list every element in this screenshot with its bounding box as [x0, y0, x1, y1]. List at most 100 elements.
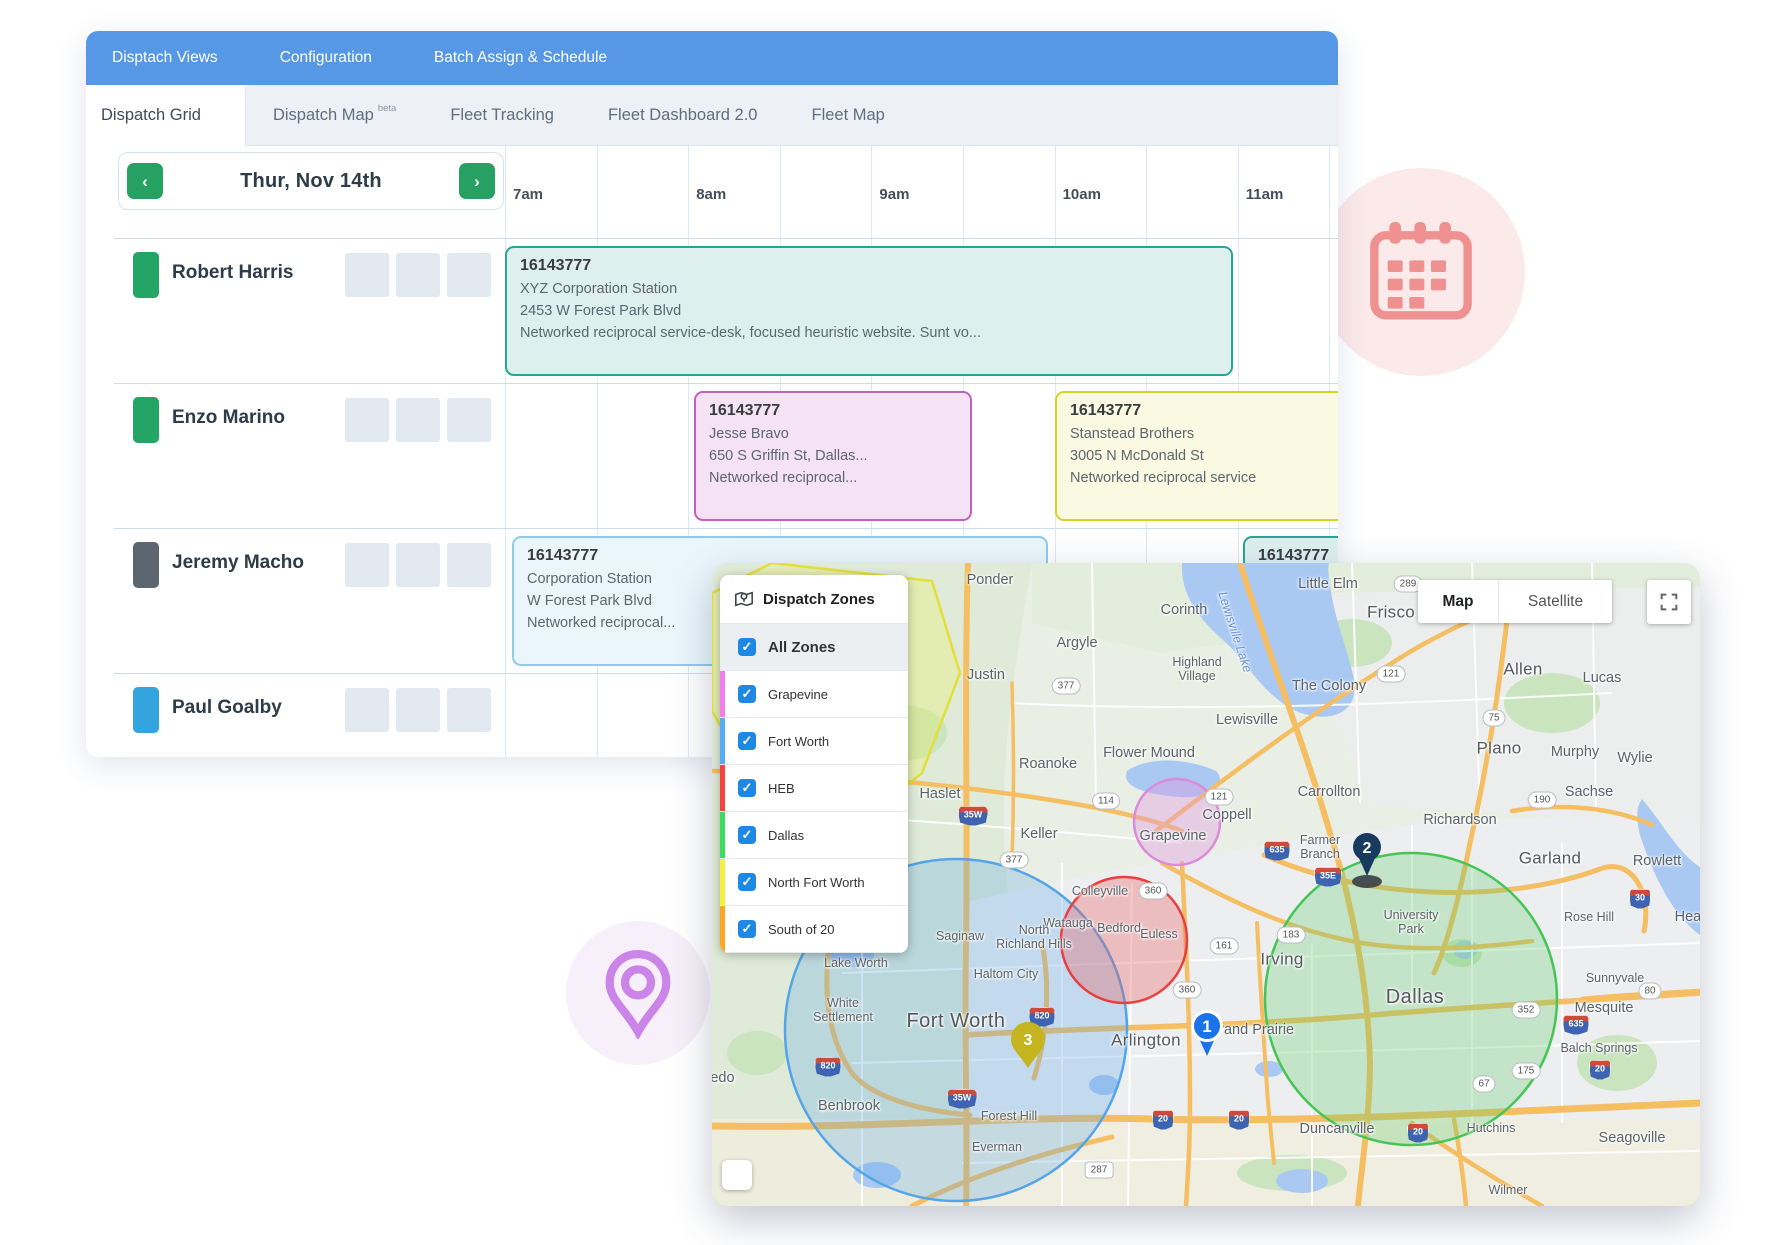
zone-row-all-zones[interactable]: ✓ All Zones [720, 624, 908, 671]
location-pin-icon [599, 947, 677, 1039]
time-label-11am: 11am [1246, 186, 1284, 203]
job-detail-line: Jesse Bravo [709, 423, 957, 445]
fullscreen-icon [1658, 591, 1680, 613]
navbar: Disptach Views Configuration Batch Assign … [86, 31, 1338, 85]
calendar-decor-circle [1317, 168, 1525, 376]
next-day-button[interactable]: › [459, 163, 495, 199]
tab-label: Fleet Tracking [450, 106, 554, 125]
job-card-teal[interactable]: 16143777 XYZ Corporation Station2453 W Fo… [505, 246, 1233, 376]
time-label-8am: 8am [696, 186, 726, 203]
tab-dispatch-map[interactable]: Dispatch Map beta [246, 85, 423, 145]
job-number: 16143777 [1070, 402, 1338, 420]
job-detail-line: Stanstead Brothers [1070, 423, 1338, 445]
tab-label: Dispatch Grid [101, 106, 201, 125]
job-detail-line: Networked reciprocal... [709, 467, 957, 489]
map-marker-2[interactable]: 2 [1350, 832, 1384, 883]
capacity-slot [396, 253, 440, 297]
grapevine-zone [1134, 779, 1220, 865]
technician-name: Jeremy Macho [172, 552, 304, 574]
zone-label: South of 20 [768, 922, 835, 937]
time-label-9am: 9am [879, 186, 909, 203]
tab-fleet-dashboard-2-0[interactable]: Fleet Dashboard 2.0 [581, 85, 785, 145]
calendar-icon [1366, 220, 1476, 324]
zone-color-bar [720, 765, 725, 811]
time-label-10am: 10am [1063, 186, 1101, 203]
zone-label: Grapevine [768, 687, 828, 702]
date-navigator: ‹ Thur, Nov 14th › [118, 152, 504, 210]
time-label-7am: 7am [513, 186, 543, 203]
satellite-button[interactable]: Satellite [1499, 580, 1612, 623]
job-detail-line: 2453 W Forest Park Blvd [520, 300, 1218, 322]
beta-badge: beta [378, 103, 397, 114]
zone-row-dallas[interactable]: ✓ Dallas [720, 812, 908, 859]
tab-label: Fleet Map [811, 106, 884, 125]
zone-color-bar [720, 718, 725, 764]
capacity-slot [447, 253, 491, 297]
zone-label: Fort Worth [768, 734, 829, 749]
zone-row-fort-worth[interactable]: ✓ Fort Worth [720, 718, 908, 765]
capacity-slot [447, 398, 491, 442]
zone-checkbox[interactable]: ✓ [738, 920, 756, 938]
tab-label: Dispatch Map [273, 106, 374, 125]
job-number: 16143777 [520, 257, 1218, 275]
nav-item-disptach-views[interactable]: Disptach Views [112, 49, 218, 67]
zone-color-bar [720, 906, 725, 952]
zone-row-heb[interactable]: ✓ HEB [720, 765, 908, 812]
map-marker-3[interactable]: 3 [1011, 1022, 1045, 1073]
map-mini-control[interactable] [722, 1160, 752, 1190]
location-pin-decor-circle [566, 921, 710, 1065]
zone-checkbox[interactable]: ✓ [738, 732, 756, 750]
map-window[interactable]: PonderJustinArgyleCorinthHighland Villag… [712, 563, 1700, 1206]
zone-color-bar [720, 859, 725, 905]
map-marker-1[interactable]: 1 [1189, 1010, 1225, 1063]
zone-label: All Zones [768, 639, 836, 656]
tab-fleet-tracking[interactable]: Fleet Tracking [423, 85, 581, 145]
technician-color-bar [133, 542, 159, 588]
job-card-pink[interactable]: 16143777Jesse Bravo650 S Griffin St, Dal… [694, 391, 972, 521]
screenshot-stage: Disptach Views Configuration Batch Assign … [0, 0, 1785, 1245]
zone-row-north-fort-worth[interactable]: ✓North Fort Worth [720, 859, 908, 906]
zone-color-bar [720, 671, 725, 717]
heb-zone [1061, 877, 1187, 1003]
zone-checkbox[interactable]: ✓ [738, 638, 756, 656]
zone-checkbox[interactable]: ✓ [738, 779, 756, 797]
dispatch-zones-title: Dispatch Zones [763, 591, 875, 608]
zone-label: HEB [768, 781, 795, 796]
capacity-slot [447, 688, 491, 732]
nav-item-configuration[interactable]: Configuration [280, 49, 372, 67]
capacity-slot [345, 253, 389, 297]
job-detail-line: 3005 N McDonald St [1070, 445, 1338, 467]
date-label: Thur, Nov 14th [240, 170, 382, 193]
tab-dispatch-grid[interactable]: Dispatch Grid [86, 85, 246, 146]
map-button[interactable]: Map [1418, 580, 1499, 623]
capacity-slot [447, 543, 491, 587]
technician-color-bar [133, 687, 159, 733]
zone-checkbox[interactable]: ✓ [738, 685, 756, 703]
svg-text:1: 1 [1202, 1017, 1211, 1036]
zone-checkbox[interactable]: ✓ [738, 873, 756, 891]
capacity-slot [396, 543, 440, 587]
technician-color-bar [133, 252, 159, 298]
map-pin-icon [734, 589, 754, 609]
job-number: 16143777 [709, 402, 957, 420]
nav-item-batch-assign-schedule[interactable]: Batch Assign & Schedule [434, 49, 607, 67]
tab-label: Fleet Dashboard 2.0 [608, 106, 758, 125]
prev-day-button[interactable]: ‹ [127, 163, 163, 199]
zone-checkbox[interactable]: ✓ [738, 826, 756, 844]
map-type-control: Map Satellite [1418, 580, 1612, 623]
job-detail-line: Networked reciprocal service [1070, 467, 1338, 489]
job-card-yellow[interactable]: 16143777 Stanstead Brothers3005 N McDonal… [1055, 391, 1338, 521]
fullscreen-button[interactable] [1647, 580, 1691, 624]
technician-name: Robert Harris [172, 262, 293, 284]
job-detail-line: Networked reciprocal service-desk, focus… [520, 322, 1218, 344]
tab-fleet-map[interactable]: Fleet Map [784, 85, 911, 145]
zone-row-grapevine[interactable]: ✓ Grapevine [720, 671, 908, 718]
technician-name: Enzo Marino [172, 407, 285, 429]
tab-bar: Dispatch Grid Dispatch Map beta Fleet Track… [86, 85, 1338, 146]
job-detail-line: XYZ Corporation Station [520, 278, 1218, 300]
dispatch-zones-panel: Dispatch Zones ✓ All Zones ✓ Grapevine ✓ Fort… [720, 575, 908, 953]
zone-row-south-of-20[interactable]: ✓ South of 20 [720, 906, 908, 953]
capacity-slot [345, 688, 389, 732]
capacity-slot [345, 543, 389, 587]
zone-label: Dallas [768, 828, 804, 843]
